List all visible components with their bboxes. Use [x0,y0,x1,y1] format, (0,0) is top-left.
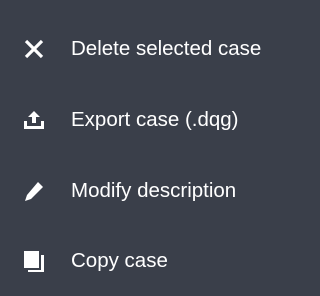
menu-item-label: Export case (.dqg) [71,107,239,131]
context-menu: Delete selected case Export case (.dqg) … [0,0,320,286]
menu-item-label: Modify description [71,178,237,202]
menu-item-export-case[interactable]: Export case (.dqg) [0,84,320,156]
menu-item-delete-selected-case[interactable]: Delete selected case [0,14,320,84]
pencil-icon [22,179,46,203]
menu-item-label: Delete selected case [71,36,262,60]
menu-item-modify-description[interactable]: Modify description [0,156,320,226]
close-icon [22,37,46,61]
copy-icon [22,249,46,273]
menu-item-label: Copy case [71,248,168,272]
export-icon [22,108,46,132]
